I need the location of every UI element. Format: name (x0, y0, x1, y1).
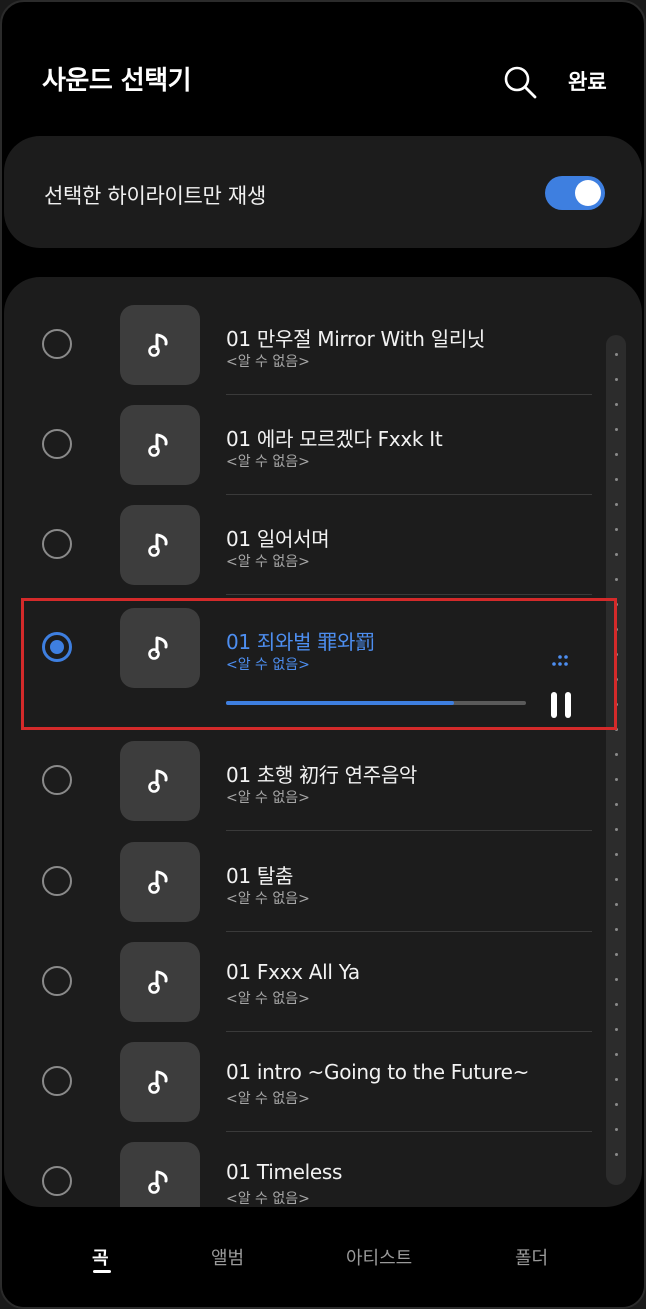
tab-folders[interactable]: 폴더 (515, 1244, 548, 1270)
bottom-tab-bar: 곡 앨범 아티스트 폴더 (2, 1212, 644, 1307)
song-title: 01 일어서며 (226, 527, 330, 551)
scrollbar-dot (615, 828, 618, 831)
song-title: 01 탈춤 (226, 864, 294, 888)
song-row[interactable]: 01 intro ~Going to the Future~ <알 수 없음> (4, 1014, 642, 1132)
scrollbar-dot (615, 978, 618, 981)
song-radio-button[interactable] (42, 632, 72, 662)
song-artist: <알 수 없음> (226, 454, 310, 470)
song-thumbnail (120, 405, 200, 485)
song-thumbnail (120, 741, 200, 821)
song-title: 01 죄와벌 罪와罰 (226, 630, 375, 654)
song-row[interactable]: 01 Timeless <알 수 없음> (4, 1114, 642, 1207)
scrollbar-dot (615, 1028, 618, 1031)
song-artist: <알 수 없음> (226, 790, 310, 806)
page-title: 사운드 선택기 (42, 66, 192, 96)
song-title: 01 만우절 Mirror With 일리닛 (226, 327, 486, 351)
search-icon[interactable] (502, 64, 538, 100)
scrollbar-dot (615, 478, 618, 481)
song-radio-button[interactable] (42, 1166, 72, 1196)
song-title: 01 Fxxx All Ya (226, 960, 360, 984)
song-artist: <알 수 없음> (226, 554, 310, 570)
song-artist: <알 수 없음> (226, 657, 310, 673)
scrollbar-dot (615, 753, 618, 756)
playback-progress-fill (226, 701, 454, 705)
toggle-knob (575, 180, 601, 206)
song-artist: <알 수 없음> (226, 1191, 310, 1207)
song-radio-button[interactable] (42, 329, 72, 359)
song-row[interactable]: 01 만우절 Mirror With 일리닛 <알 수 없음> (4, 277, 642, 395)
song-radio-button[interactable] (42, 866, 72, 896)
highlight-only-label: 선택한 하이라이트만 재생 (44, 184, 266, 208)
tab-artists[interactable]: 아티스트 (346, 1244, 412, 1270)
playback-progress-bar[interactable] (226, 701, 526, 705)
song-row[interactable]: 01 에라 모르겠다 Fxxk It <알 수 없음> (4, 377, 642, 495)
song-thumbnail (120, 1042, 200, 1122)
song-thumbnail (120, 842, 200, 922)
scrollbar-dot (615, 878, 618, 881)
song-row[interactable]: 01 Fxxx All Ya <알 수 없음> (4, 914, 642, 1032)
tab-songs[interactable]: 곡 (92, 1244, 109, 1270)
song-row[interactable]: 01 일어서며 <알 수 없음> (4, 477, 642, 595)
scrollbar-dot (615, 428, 618, 431)
scrollbar-dot (615, 728, 618, 731)
scrollbar-dot (615, 953, 618, 956)
song-thumbnail (120, 608, 200, 688)
scrollbar-dot (615, 453, 618, 456)
scrollbar-dot (615, 803, 618, 806)
scrollbar-dot (615, 1003, 618, 1006)
scrollbar-dot (615, 1128, 618, 1131)
song-artist: <알 수 없음> (226, 354, 310, 370)
song-row-selected[interactable]: 01 죄와벌 罪와罰 <알 수 없음> (4, 580, 642, 718)
song-radio-button[interactable] (42, 966, 72, 996)
highlight-only-toggle[interactable] (545, 176, 605, 210)
tab-albums[interactable]: 앨범 (211, 1244, 244, 1270)
song-thumbnail (120, 305, 200, 385)
header: 사운드 선택기 완료 (2, 2, 644, 132)
scrollbar-dot (615, 628, 618, 631)
scrollbar-dot (615, 378, 618, 381)
scrollbar-dot (615, 678, 618, 681)
song-row[interactable]: 01 탈춤 <알 수 없음> (4, 814, 642, 932)
scrollbar-dot (615, 778, 618, 781)
scrollbar-dot (615, 1153, 618, 1156)
scrollbar-dot (615, 403, 618, 406)
scrollbar-dot (615, 703, 618, 706)
scrollbar-dot (615, 1103, 618, 1106)
song-thumbnail (120, 1142, 200, 1207)
scrollbar-dot (615, 353, 618, 356)
scrollbar-dot (615, 1053, 618, 1056)
scrollbar-dot (615, 853, 618, 856)
song-artist: <알 수 없음> (226, 891, 310, 907)
scrollbar-dot (615, 603, 618, 606)
done-button[interactable]: 완료 (568, 66, 607, 96)
song-radio-button[interactable] (42, 765, 72, 795)
scrollbar-dot (615, 903, 618, 906)
song-radio-button[interactable] (42, 429, 72, 459)
scrollbar-dot (615, 528, 618, 531)
highlight-only-setting[interactable]: 선택한 하이라이트만 재생 (4, 136, 642, 248)
song-list[interactable]: 01 만우절 Mirror With 일리닛 <알 수 없음> 01 에라 모르겠다… (4, 277, 642, 1207)
scrollbar[interactable] (606, 335, 626, 1185)
song-artist: <알 수 없음> (226, 991, 310, 1007)
song-radio-button[interactable] (42, 1066, 72, 1096)
song-title: 01 Timeless (226, 1160, 343, 1184)
song-title: 01 intro ~Going to the Future~ (226, 1060, 530, 1084)
active-tab-indicator (93, 1270, 111, 1273)
scrollbar-dot (615, 553, 618, 556)
scrollbar-dot (615, 1078, 618, 1081)
scrollbar-dot (615, 928, 618, 931)
song-radio-button[interactable] (42, 529, 72, 559)
highlight-dots-icon[interactable] (550, 654, 570, 668)
scrollbar-dot (615, 578, 618, 581)
song-thumbnail (120, 505, 200, 585)
song-thumbnail (120, 942, 200, 1022)
song-artist: <알 수 없음> (226, 1091, 310, 1107)
song-title: 01 초행 初行 연주음악 (226, 763, 418, 787)
sound-picker-screen: 사운드 선택기 완료 선택한 하이라이트만 재생 01 만우절 Mirror W… (0, 0, 646, 1309)
scrollbar-dot (615, 503, 618, 506)
scrollbar-dot (615, 653, 618, 656)
song-title: 01 에라 모르겠다 Fxxk It (226, 427, 443, 451)
song-row[interactable]: 01 초행 初行 연주음악 <알 수 없음> (4, 713, 642, 831)
